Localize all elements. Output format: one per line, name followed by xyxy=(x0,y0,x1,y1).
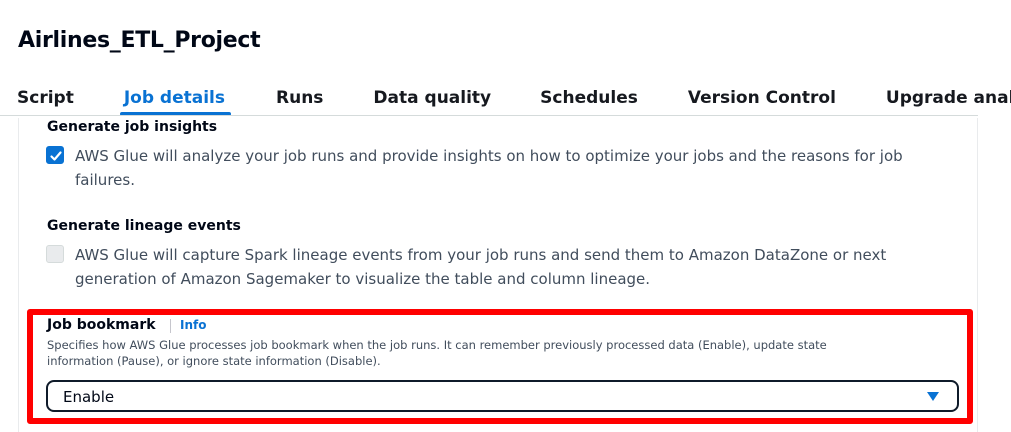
lineage-events-checkbox[interactable] xyxy=(46,245,64,263)
lineage-events-description-line: AWS Glue will capture Spark lineage even… xyxy=(75,246,887,264)
job-bookmark-description: Specifies how AWS Glue processes job boo… xyxy=(47,337,957,369)
lineage-events-description: AWS Glue will capture Spark lineage even… xyxy=(75,243,886,291)
job-bookmark-info-link[interactable]: Info xyxy=(180,318,206,332)
tab-runs[interactable]: Runs xyxy=(276,80,323,116)
lineage-events-heading: Generate lineage events xyxy=(47,218,241,234)
job-insights-description-line: failures. xyxy=(75,171,135,189)
job-bookmark-description-line: Specifies how AWS Glue processes job boo… xyxy=(47,338,827,352)
tab-job-details[interactable]: Job details xyxy=(119,80,232,116)
content-border-left xyxy=(18,118,19,432)
check-icon xyxy=(50,151,62,161)
job-insights-checkbox[interactable] xyxy=(46,146,64,164)
tab-data-quality[interactable]: Data quality xyxy=(373,80,491,116)
job-insights-description: AWS Glue will analyze your job runs and … xyxy=(75,144,903,192)
tab-upgrade-analysis[interactable]: Upgrade anal xyxy=(886,80,1011,116)
tab-script[interactable]: Script xyxy=(17,80,74,116)
tab-bar: Script Job details Runs Data quality Sch… xyxy=(0,80,1011,118)
job-bookmark-label: Job bookmark xyxy=(47,317,156,333)
job-insights-heading: Generate job insights xyxy=(47,119,218,135)
label-divider xyxy=(170,319,171,333)
job-bookmark-selected-value: Enable xyxy=(63,388,115,406)
tab-schedules[interactable]: Schedules xyxy=(540,80,638,116)
job-insights-description-line: AWS Glue will analyze your job runs and … xyxy=(75,147,903,165)
content-border-right xyxy=(977,118,978,432)
job-bookmark-description-line: information (Pause), or ignore state inf… xyxy=(47,354,381,368)
lineage-events-description-line: generation of Amazon Sagemaker to visual… xyxy=(75,270,651,288)
page-title: Airlines_ETL_Project xyxy=(18,28,261,53)
job-bookmark-select[interactable]: Enable xyxy=(46,380,959,412)
tab-bar-divider xyxy=(0,115,978,116)
caret-down-icon xyxy=(927,392,939,401)
tab-version-control[interactable]: Version Control xyxy=(688,80,836,116)
